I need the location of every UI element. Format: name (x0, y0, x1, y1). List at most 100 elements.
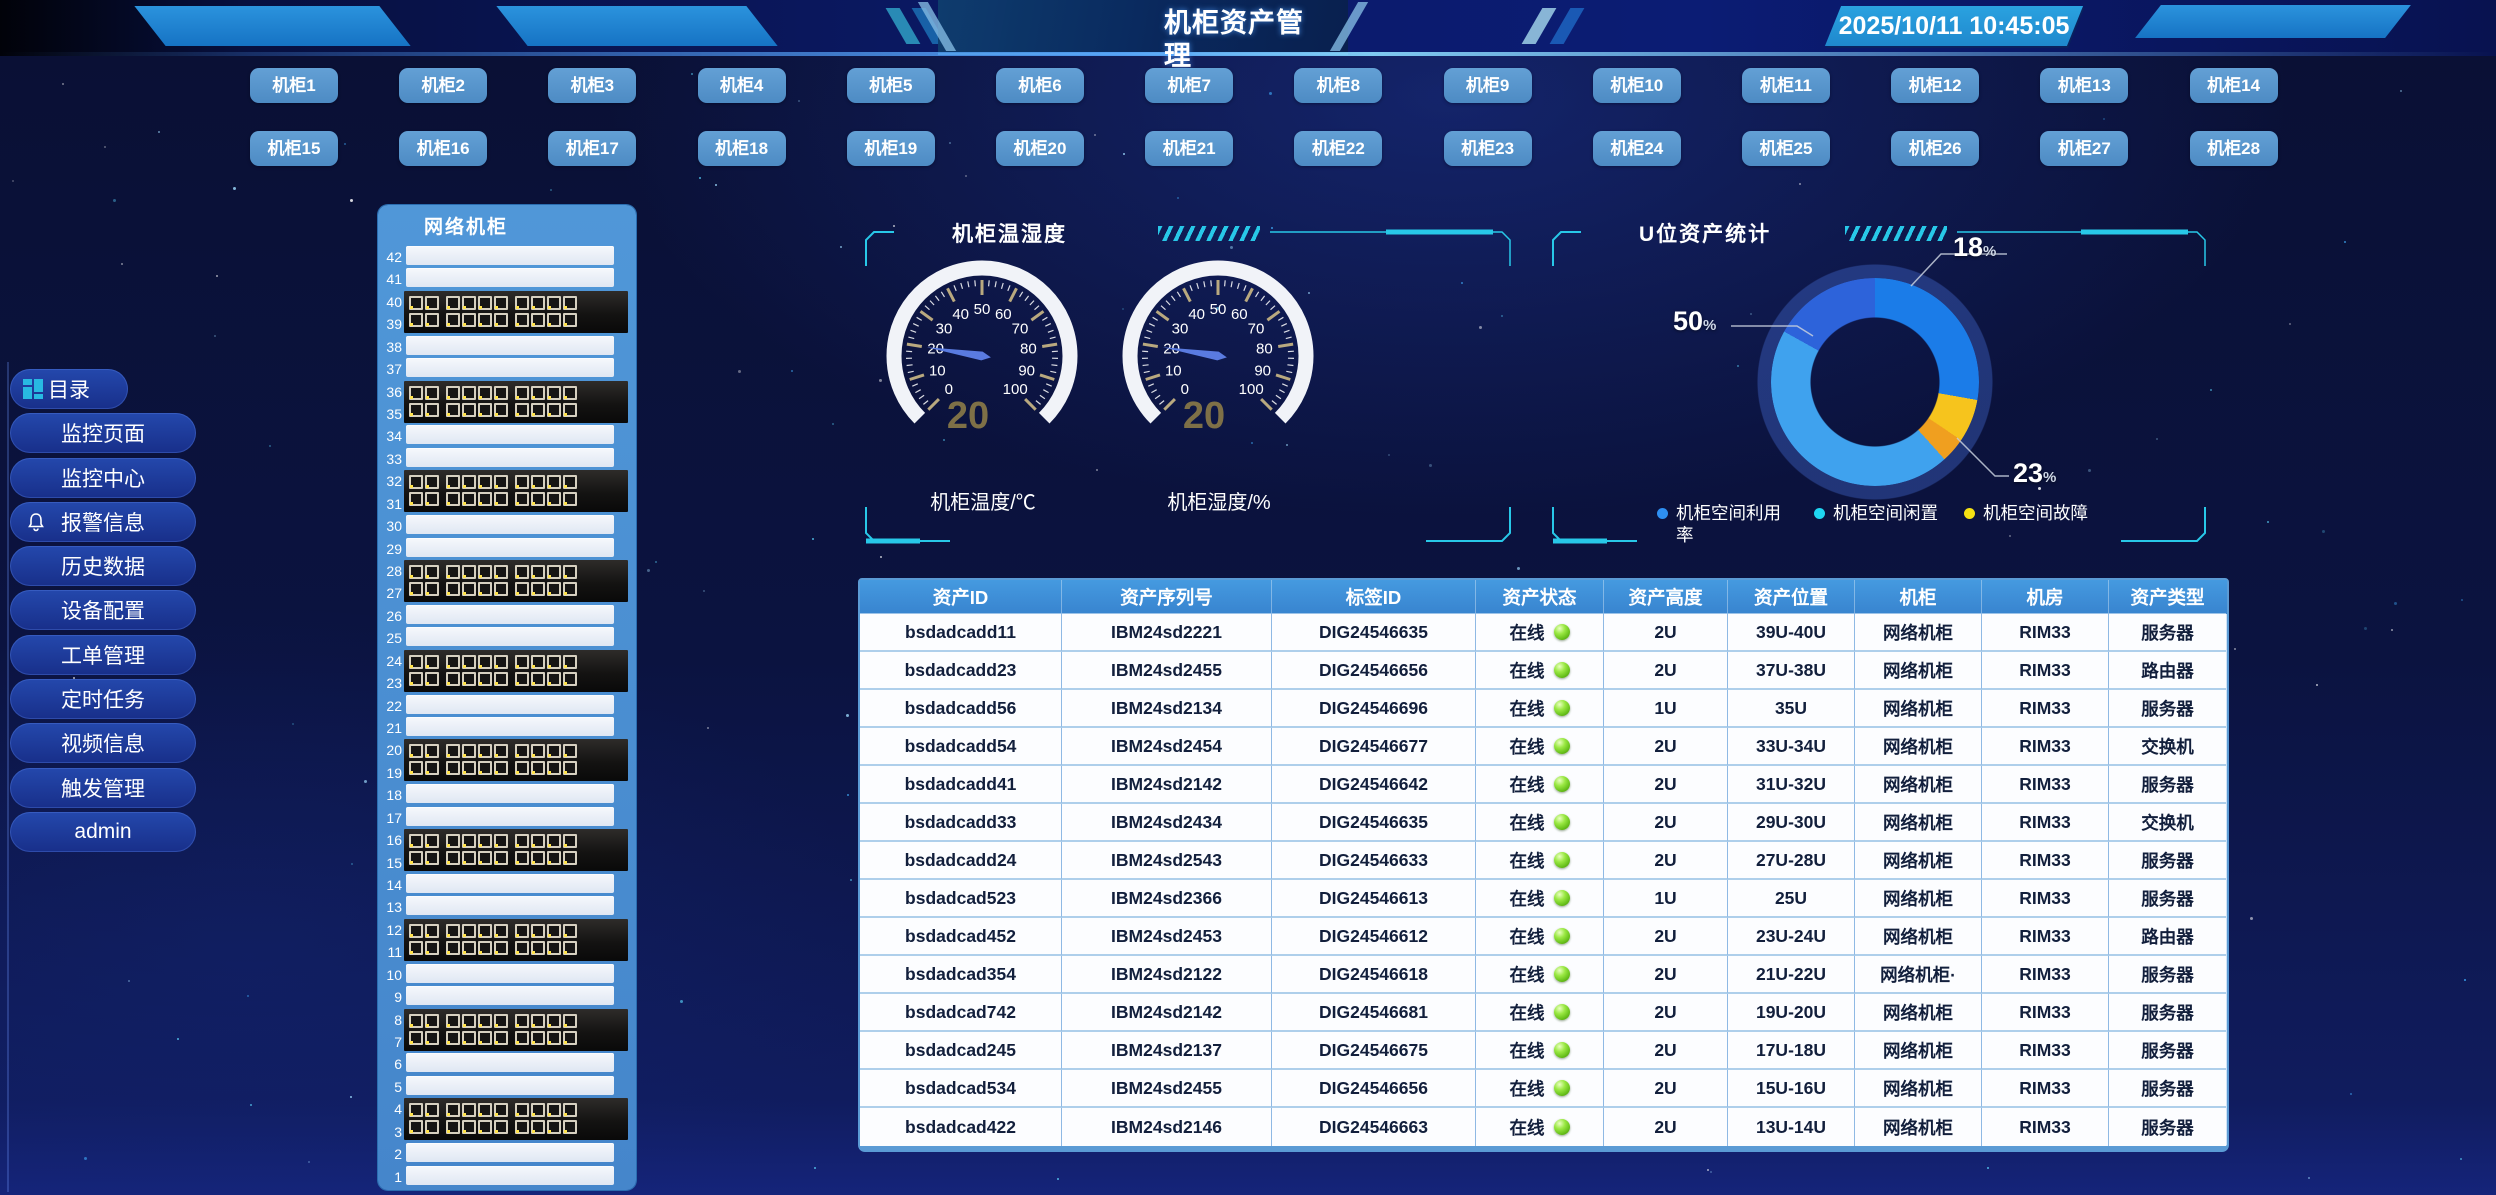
cabinet-button-14[interactable]: 机柜14 (2190, 68, 2278, 103)
table-row[interactable]: bsdadcadd54IBM24sd2454DIG24546677在线2U33U… (860, 728, 2227, 766)
ethernet-port (446, 672, 460, 686)
ethernet-port (446, 655, 460, 669)
cabinet-button-8[interactable]: 机柜8 (1294, 68, 1382, 103)
sidebar-item-catalog[interactable]: 目录 (10, 369, 128, 409)
table-row[interactable]: bsdadcad245IBM24sd2137DIG24546675在线2U17U… (860, 1032, 2227, 1070)
cabinet-button-25[interactable]: 机柜25 (1742, 131, 1830, 166)
star-dot (216, 275, 218, 277)
cabinet-button-1[interactable]: 机柜1 (250, 68, 338, 103)
table-row[interactable]: bsdadcad422IBM24sd2146DIG24546663在线2U13U… (860, 1108, 2227, 1146)
rack-unit-number: 14 (378, 874, 402, 896)
cabinet-button-21[interactable]: 机柜21 (1145, 131, 1233, 166)
cell-room: RIM33 (1982, 1070, 2109, 1108)
cabinet-button-10[interactable]: 机柜10 (1593, 68, 1681, 103)
sidebar-item-device-config[interactable]: 设备配置 (10, 590, 196, 630)
ethernet-port (478, 851, 492, 865)
pie-percentage-label: 18% (1953, 232, 1996, 263)
legend-label: 机柜空间故障 (1983, 502, 2088, 524)
switch-port-group (409, 1103, 439, 1135)
star-dot (158, 131, 160, 133)
ethernet-port (515, 1120, 529, 1134)
table-row[interactable]: bsdadcadd23IBM24sd2455DIG24546656在线2U37U… (860, 652, 2227, 690)
cabinet-button-6[interactable]: 机柜6 (996, 68, 1084, 103)
cabinet-button-20[interactable]: 机柜20 (996, 131, 1084, 166)
ethernet-port (478, 386, 492, 400)
cell-height: 2U (1604, 994, 1728, 1032)
rack-empty-slot (406, 717, 614, 736)
table-row[interactable]: bsdadcadd24IBM24sd2543DIG24546633在线2U27U… (860, 842, 2227, 880)
table-row[interactable]: bsdadcad523IBM24sd2366DIG24546613在线1U25U… (860, 880, 2227, 918)
cabinet-button-13[interactable]: 机柜13 (2040, 68, 2128, 103)
cell-room: RIM33 (1982, 652, 2109, 690)
ethernet-port (547, 296, 561, 310)
cabinet-button-2[interactable]: 机柜2 (399, 68, 487, 103)
cabinet-button-16[interactable]: 机柜16 (399, 131, 487, 166)
sidebar-item-scheduled-task[interactable]: 定时任务 (10, 679, 196, 719)
ethernet-port (531, 565, 545, 579)
switch-port-group (409, 1014, 439, 1046)
sidebar-item-admin[interactable]: admin (10, 812, 196, 852)
ethernet-port (478, 313, 492, 327)
status-text: 在线 (1510, 924, 1545, 949)
table-row[interactable]: bsdadcadd33IBM24sd2434DIG24546635在线2U29U… (860, 804, 2227, 842)
star-dot (2316, 684, 2318, 686)
rack-empty-slot (406, 425, 614, 444)
cabinet-button-7[interactable]: 机柜7 (1145, 68, 1233, 103)
table-row[interactable]: bsdadcadd56IBM24sd2134DIG24546696在线1U35U… (860, 690, 2227, 728)
table-row[interactable]: bsdadcadd11IBM24sd2221DIG24546635在线2U39U… (860, 614, 2227, 652)
cell-asset-id: bsdadcadd24 (860, 842, 1062, 880)
star-dot (814, 1167, 816, 1169)
sidebar-item-trigger-management[interactable]: 触发管理 (10, 768, 196, 808)
chart-legend: 机柜空间利用率机柜空间闲置 机柜空间故障 (1657, 502, 2187, 546)
cell-type: 服务器 (2109, 1108, 2226, 1146)
status-text: 在线 (1510, 1038, 1545, 1063)
sidebar-item-monitor-page[interactable]: 监控页面 (10, 413, 196, 453)
sidebar-item-work-order[interactable]: 工单管理 (10, 635, 196, 675)
cabinet-button-22[interactable]: 机柜22 (1294, 131, 1382, 166)
sidebar-item-alarm-info[interactable]: 报警信息 (10, 502, 196, 542)
legend-item[interactable]: 机柜空间闲置 (1814, 502, 1938, 546)
rack-unit-number: 7 (378, 1031, 402, 1053)
cell-status: 在线 (1476, 804, 1604, 842)
sidebar-item-video-info[interactable]: 视频信息 (10, 723, 196, 763)
table-row[interactable]: bsdadcad452IBM24sd2453DIG24546612在线2U23U… (860, 918, 2227, 956)
cabinet-button-19[interactable]: 机柜19 (847, 131, 935, 166)
switch-port-group (515, 475, 577, 507)
cabinet-button-12[interactable]: 机柜12 (1891, 68, 1979, 103)
status-online-led-icon (1554, 700, 1570, 716)
cell-position: 21U-22U (1728, 956, 1855, 994)
cell-type: 服务器 (2109, 690, 2226, 728)
cabinet-button-17[interactable]: 机柜17 (548, 131, 636, 166)
ethernet-port (478, 744, 492, 758)
cabinet-button-15[interactable]: 机柜15 (250, 131, 338, 166)
cabinet-button-11[interactable]: 机柜11 (1742, 68, 1830, 103)
cabinet-button-28[interactable]: 机柜28 (2190, 131, 2278, 166)
cabinet-button-4[interactable]: 机柜4 (698, 68, 786, 103)
cabinet-button-3[interactable]: 机柜3 (548, 68, 636, 103)
legend-item[interactable]: 机柜空间利用率 (1657, 502, 1788, 546)
cell-height: 2U (1604, 842, 1728, 880)
status-text: 在线 (1510, 1076, 1545, 1101)
table-row[interactable]: bsdadcad354IBM24sd2122DIG24546618在线2U21U… (860, 956, 2227, 994)
legend-item[interactable]: 机柜空间故障 (1964, 502, 2088, 546)
table-row[interactable]: bsdadcadd41IBM24sd2142DIG24546642在线2U31U… (860, 766, 2227, 804)
cell-room: RIM33 (1982, 614, 2109, 652)
sidebar-item-monitor-center[interactable]: 监控中心 (10, 458, 196, 498)
ethernet-port (515, 313, 529, 327)
cabinet-button-18[interactable]: 机柜18 (698, 131, 786, 166)
cabinet-button-23[interactable]: 机柜23 (1444, 131, 1532, 166)
table-row[interactable]: bsdadcad742IBM24sd2142DIG24546681在线2U19U… (860, 994, 2227, 1032)
cabinet-button-26[interactable]: 机柜26 (1891, 131, 1979, 166)
cabinet-button-9[interactable]: 机柜9 (1444, 68, 1532, 103)
cabinet-button-5[interactable]: 机柜5 (847, 68, 935, 103)
star-dot (1517, 567, 1520, 570)
ethernet-port (462, 403, 476, 417)
cabinet-button-24[interactable]: 机柜24 (1593, 131, 1681, 166)
cell-room: RIM33 (1982, 1108, 2109, 1146)
table-row[interactable]: bsdadcad534IBM24sd2455DIG24546656在线2U15U… (860, 1070, 2227, 1108)
cabinet-button-27[interactable]: 机柜27 (2040, 131, 2128, 166)
ethernet-port (425, 1103, 439, 1117)
sidebar-item-label: 监控页面 (61, 418, 145, 448)
star-dot (738, 370, 741, 373)
sidebar-item-history-data[interactable]: 历史数据 (10, 546, 196, 586)
